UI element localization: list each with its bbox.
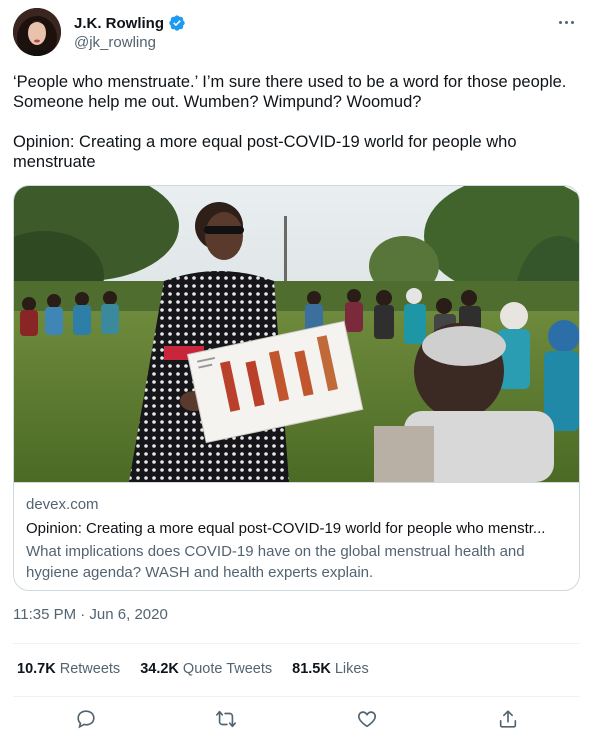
card-title[interactable]: Opinion: Creating a more equal post-COVI… <box>26 519 567 539</box>
likes-stat[interactable]: 81.5K Likes <box>292 661 369 677</box>
card-description: What implications does COVID-19 have on … <box>26 543 525 581</box>
card-domain: devex.com <box>26 496 99 513</box>
card-meta: devex.com Opinion: Creating a more equal… <box>14 482 579 590</box>
retweets-stat[interactable]: 10.7K Retweets <box>17 661 120 677</box>
likes-count: 81.5K <box>292 661 331 677</box>
tweet-text: ‘People who menstruate.’ I’m sure there … <box>13 72 573 172</box>
tweet-text-line: ‘People who menstruate.’ I’m sure there … <box>13 73 567 111</box>
divider <box>13 696 580 697</box>
card-image[interactable] <box>14 186 579 482</box>
quote-tweets-count: 34.2K <box>140 661 179 677</box>
tweet: J.K. Rowling @jk_rowling ‘People who men… <box>0 0 597 743</box>
link-preview-card[interactable]: devex.com Opinion: Creating a more equal… <box>13 185 580 591</box>
share-icon[interactable] <box>497 708 521 732</box>
retweets-count: 10.7K <box>17 661 56 677</box>
engagement-stats: 10.7K Retweets 34.2K Quote Tweets 81.5K … <box>17 661 369 677</box>
retweets-label: Retweets <box>59 661 121 677</box>
retweet-icon[interactable] <box>215 708 239 732</box>
display-name[interactable]: J.K. Rowling <box>74 15 164 32</box>
tweet-timestamp[interactable]: 11:35 PM · Jun 6, 2020 <box>13 606 168 623</box>
verified-badge-icon <box>168 14 186 32</box>
likes-label: Likes <box>334 661 369 677</box>
quote-tweets-stat[interactable]: 34.2K Quote Tweets <box>140 661 272 677</box>
tweet-text-line: Opinion: Creating a more equal post-COVI… <box>13 133 517 171</box>
avatar-image <box>13 8 61 56</box>
tweet-header: J.K. Rowling @jk_rowling <box>13 8 584 60</box>
divider <box>13 643 580 644</box>
quote-tweets-label: Quote Tweets <box>182 661 273 677</box>
avatar[interactable] <box>13 8 61 56</box>
user-handle[interactable]: @jk_rowling <box>74 34 156 51</box>
like-icon[interactable] <box>356 708 380 732</box>
reply-icon[interactable] <box>75 708 99 732</box>
more-options-icon[interactable] <box>554 12 578 32</box>
action-bar <box>13 706 580 734</box>
name-row: J.K. Rowling <box>74 14 186 32</box>
